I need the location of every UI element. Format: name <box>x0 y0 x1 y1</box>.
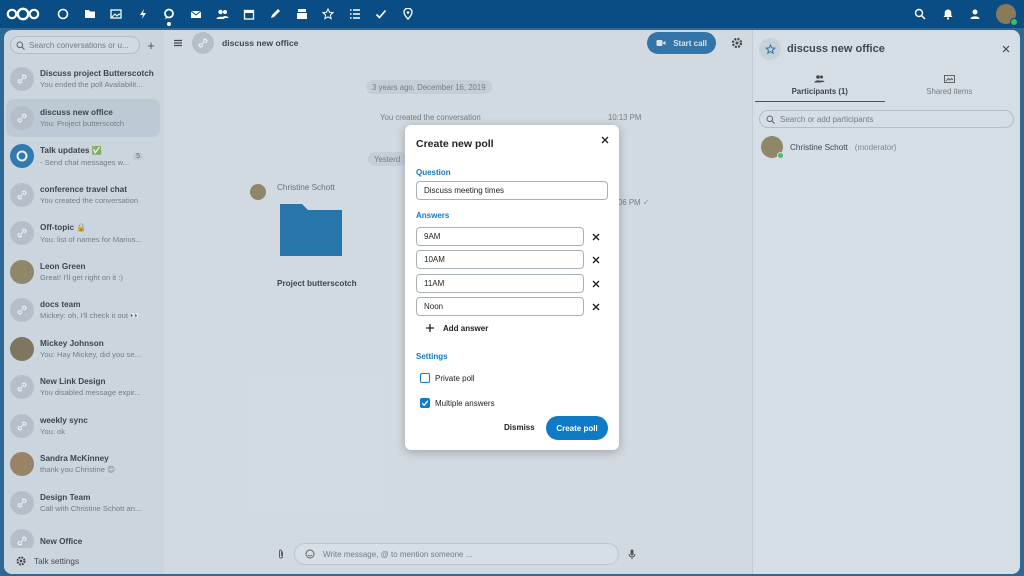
nextcloud-logo[interactable] <box>6 0 42 28</box>
multiple-answers-checkbox-box[interactable] <box>420 398 430 408</box>
app-menu <box>50 0 421 28</box>
close-icon <box>592 233 600 241</box>
top-bar <box>0 0 1024 28</box>
close-icon <box>592 280 600 288</box>
calendar-icon[interactable] <box>236 0 263 28</box>
private-poll-checkbox-box[interactable] <box>420 373 430 383</box>
dialog-title: Create new poll <box>416 138 494 150</box>
remove-answer-button[interactable] <box>591 255 601 265</box>
question-input[interactable]: Discuss meeting times <box>416 181 608 200</box>
photos-icon[interactable] <box>103 0 130 28</box>
multiple-answers-label: Multiple answers <box>435 398 495 408</box>
create-poll-button[interactable]: Create poll <box>546 416 608 440</box>
remove-answer-button[interactable] <box>591 302 601 312</box>
close-icon <box>592 256 600 264</box>
deck-icon[interactable] <box>289 0 316 28</box>
answer-value: Noon <box>424 302 444 311</box>
notes-icon[interactable] <box>262 0 289 28</box>
answers-label: Answers <box>416 211 450 220</box>
answer-input[interactable]: 10AM <box>416 250 584 269</box>
answer-input[interactable]: 9AM <box>416 227 584 246</box>
create-poll-dialog: Create new poll Question Discuss meeting… <box>405 125 619 450</box>
private-poll-label: Private poll <box>435 373 475 383</box>
add-answer-button[interactable]: Add answer <box>425 323 488 333</box>
notifications-icon[interactable] <box>940 6 956 22</box>
header-right <box>912 4 1018 26</box>
answer-value: 11AM <box>424 279 445 288</box>
contacts-icon[interactable] <box>209 0 236 28</box>
close-icon <box>601 136 609 144</box>
dismiss-button[interactable]: Dismiss <box>504 423 535 432</box>
answer-value: 10AM <box>424 255 445 264</box>
multiple-answers-checkbox[interactable]: Multiple answers <box>420 398 495 408</box>
mail-icon[interactable] <box>183 0 210 28</box>
answer-value: 9AM <box>424 232 441 241</box>
starred-icon[interactable] <box>315 0 342 28</box>
checkmark-icon[interactable] <box>368 0 395 28</box>
remove-answer-button[interactable] <box>591 232 601 242</box>
question-label: Question <box>416 168 451 177</box>
talk-icon[interactable] <box>156 0 183 28</box>
private-poll-checkbox[interactable]: Private poll <box>420 373 475 383</box>
answer-input[interactable]: 11AM <box>416 274 584 293</box>
checkmark-icon <box>421 400 429 407</box>
contacts-menu-icon[interactable] <box>968 6 984 22</box>
settings-label: Settings <box>416 352 448 361</box>
answer-input[interactable]: Noon <box>416 297 584 316</box>
user-avatar[interactable] <box>996 4 1018 26</box>
activity-icon[interactable] <box>130 0 157 28</box>
search-icon[interactable] <box>912 6 928 22</box>
tasks-icon[interactable] <box>342 0 369 28</box>
files-icon[interactable] <box>77 0 104 28</box>
add-answer-label: Add answer <box>443 323 489 333</box>
online-status-icon <box>1010 18 1018 26</box>
close-icon <box>592 303 600 311</box>
question-value: Discuss meeting times <box>424 186 505 195</box>
maps-icon[interactable] <box>395 0 422 28</box>
dashboard-icon[interactable] <box>50 0 77 28</box>
plus-icon <box>426 324 434 332</box>
remove-answer-button[interactable] <box>591 279 601 289</box>
close-dialog-button[interactable] <box>598 133 612 147</box>
